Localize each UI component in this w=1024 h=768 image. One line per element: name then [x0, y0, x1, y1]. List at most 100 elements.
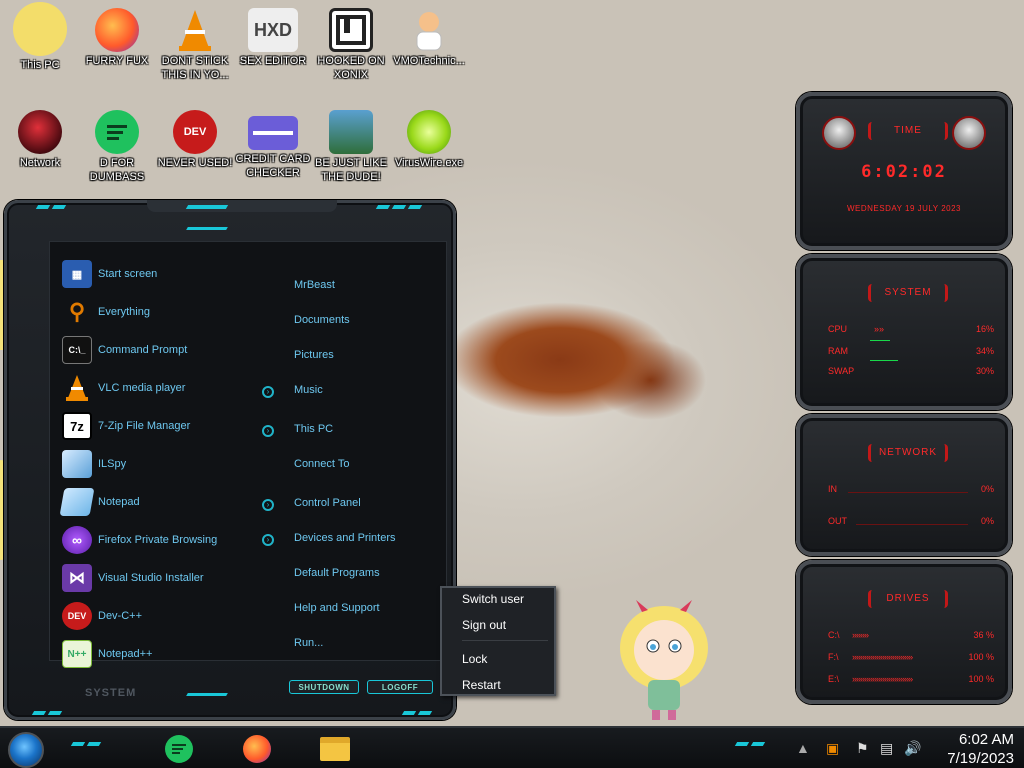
- decor-tick: [47, 711, 63, 715]
- firefox-icon: [243, 735, 271, 763]
- gadget-date: WEDNESDAY 19 JULY 2023: [846, 204, 961, 213]
- shutdown-button[interactable]: SHUTDOWN: [289, 680, 359, 694]
- network-gadget[interactable]: NETWORK IN 0% OUT 0%: [796, 414, 1012, 556]
- dev-cpp-icon: DEV: [62, 602, 92, 630]
- place-default-programs[interactable]: Default Programs: [294, 567, 380, 579]
- tray-overflow-icon[interactable]: ▲: [796, 740, 810, 756]
- notepadpp-icon: N++: [62, 640, 92, 668]
- menu-item-switch-user[interactable]: Switch user: [462, 592, 552, 606]
- program-7zip[interactable]: 7z 7-Zip File Manager: [62, 410, 262, 442]
- decor-tick: [51, 205, 67, 209]
- desktop-icon-label: D FOR DUMBASS: [89, 157, 145, 183]
- row-value: 100 %: [968, 652, 994, 662]
- flag-icon[interactable]: ⚑: [856, 740, 869, 757]
- dev-cpp-icon: DEV: [173, 110, 217, 154]
- taskbar-app-chat[interactable]: [162, 732, 196, 766]
- cmd-icon: C:\_: [62, 336, 92, 364]
- gadget-title: DRIVES: [868, 590, 948, 608]
- desktop-icon-sex-editor[interactable]: HXD SEX EDITOR: [233, 8, 313, 68]
- desktop-icon-d-for-dumbass[interactable]: D FOR DUMBASS: [77, 110, 157, 184]
- file-explorer-icon: [320, 737, 350, 761]
- place-music[interactable]: Music: [294, 384, 323, 396]
- ram-meter: [870, 360, 898, 361]
- credit-card-icon: [248, 116, 298, 150]
- desktop-icon-network[interactable]: Network: [0, 110, 80, 170]
- time-gadget[interactable]: TIME 6:02:02 WEDNESDAY 19 JULY 2023: [796, 92, 1012, 250]
- tray-app-icon[interactable]: ▣: [826, 740, 839, 757]
- menu-item-sign-out[interactable]: Sign out: [462, 618, 552, 632]
- gadget-row-in: IN 0%: [828, 484, 994, 498]
- program-label: Command Prompt: [98, 344, 188, 356]
- place-run[interactable]: Run...: [294, 637, 323, 649]
- visual-studio-icon: ⋈: [62, 564, 92, 592]
- place-control-panel[interactable]: Control Panel: [294, 497, 361, 509]
- gadget-row-swap: SWAP 30%: [828, 366, 994, 380]
- desktop-icon-dont-stick[interactable]: DONT STICK THIS IN YO...: [155, 8, 235, 82]
- taskbar-app-file-explorer[interactable]: [318, 732, 352, 766]
- place-pictures[interactable]: Pictures: [294, 349, 334, 361]
- program-label: Notepad: [98, 496, 140, 508]
- place-mrbeast[interactable]: MrBeast: [294, 279, 335, 291]
- alien-head-icon: [822, 116, 856, 150]
- desktop-icon-label: NEVER USED!: [157, 157, 233, 169]
- desktop-icon-vmotechnic[interactable]: VMOTechnic...: [389, 8, 469, 68]
- program-firefox-private[interactable]: ∞ Firefox Private Browsing: [62, 524, 262, 556]
- program-command-prompt[interactable]: C:\_ Command Prompt: [62, 334, 262, 366]
- start-button[interactable]: [8, 732, 44, 768]
- program-ilspy[interactable]: ILSpy: [62, 448, 262, 480]
- volume-icon[interactable]: 🔊: [904, 740, 921, 757]
- drive-usage-bar: »»»»»»»»»»»»»»»: [852, 674, 913, 684]
- notepad-icon: [59, 488, 95, 516]
- network-icon[interactable]: ▤: [880, 740, 893, 757]
- alien-head-icon: [952, 116, 986, 150]
- decor-tick: [750, 742, 766, 746]
- drive-usage-bar: »»»»: [852, 630, 869, 640]
- decor-tick: [70, 742, 86, 746]
- desktop-icon-furry-fux[interactable]: FURRY FUX: [77, 8, 157, 68]
- place-connect-to[interactable]: Connect To: [294, 458, 349, 470]
- ilspy-icon: [62, 450, 92, 478]
- desktop-icon-label: Network: [19, 157, 61, 169]
- program-notepadpp[interactable]: N++ Notepad++: [62, 638, 262, 670]
- program-vlc[interactable]: VLC media player: [62, 372, 262, 404]
- place-help-and-support[interactable]: Help and Support: [294, 602, 380, 614]
- place-documents[interactable]: Documents: [294, 314, 350, 326]
- gadget-row-out: OUT 0%: [828, 516, 994, 530]
- taskbar-clock[interactable]: 6:02 AM 7/19/2023: [947, 730, 1014, 768]
- system-gadget[interactable]: SYSTEM CPU »» 16% RAM 34% SWAP 30%: [796, 254, 1012, 410]
- start-menu-panel: ▦ Start screen ⚲ Everything C:\_ Command…: [49, 241, 447, 668]
- decor-tick: [186, 227, 228, 230]
- decor-tick: [185, 205, 229, 209]
- taskbar-app-firefox[interactable]: [240, 732, 274, 766]
- submenu-arrow-icon: ›: [262, 425, 274, 437]
- gadget-row-cpu: CPU »» 16%: [828, 324, 994, 338]
- menu-item-restart[interactable]: Restart: [462, 678, 552, 692]
- program-visual-studio-installer[interactable]: ⋈ Visual Studio Installer: [62, 562, 262, 594]
- program-label: Firefox Private Browsing: [98, 534, 218, 546]
- desktop-icon-label: HOOKED ON XONIX: [317, 55, 385, 81]
- xonix-icon: [329, 8, 373, 52]
- row-value: 34%: [975, 346, 994, 356]
- power-context-menu: Switch user Sign out Lock Restart: [440, 586, 556, 696]
- gadget-title: SYSTEM: [868, 284, 948, 302]
- program-dev-cpp[interactable]: DEV Dev-C++: [62, 600, 262, 632]
- desktop-icon-be-just-like-the-dude[interactable]: BE JUST LIKE THE DUDE!: [311, 110, 391, 184]
- logoff-button[interactable]: LOGOFF: [367, 680, 433, 694]
- drives-gadget[interactable]: DRIVES C:\ »»»» 36 % F:\ »»»»»»»»»»»»»»»…: [796, 560, 1012, 704]
- start-menu-top-notch: [147, 200, 337, 212]
- program-start-screen[interactable]: ▦ Start screen: [62, 258, 262, 290]
- decor-tick: [401, 711, 417, 715]
- row-key: RAM: [828, 346, 848, 356]
- menu-item-lock[interactable]: Lock: [462, 652, 552, 666]
- desktop-icon-viruswire[interactable]: VirusWire.exe: [389, 110, 469, 170]
- desktop-icon-never-used[interactable]: DEV NEVER USED!: [155, 110, 235, 170]
- place-this-pc[interactable]: This PC: [294, 423, 333, 435]
- green-chat-icon: [95, 110, 139, 154]
- desktop-icon-credit-card-checker[interactable]: CREDIT CARD CHECKER: [233, 110, 313, 180]
- desktop-icon-this-pc[interactable]: This PC: [0, 2, 80, 72]
- usage-arrows: »»: [874, 324, 885, 334]
- program-notepad[interactable]: Notepad: [59, 486, 262, 518]
- place-devices-and-printers[interactable]: Devices and Printers: [294, 532, 396, 544]
- desktop-icon-hooked-on-xonix[interactable]: HOOKED ON XONIX: [311, 8, 391, 82]
- program-everything[interactable]: ⚲ Everything: [62, 296, 262, 328]
